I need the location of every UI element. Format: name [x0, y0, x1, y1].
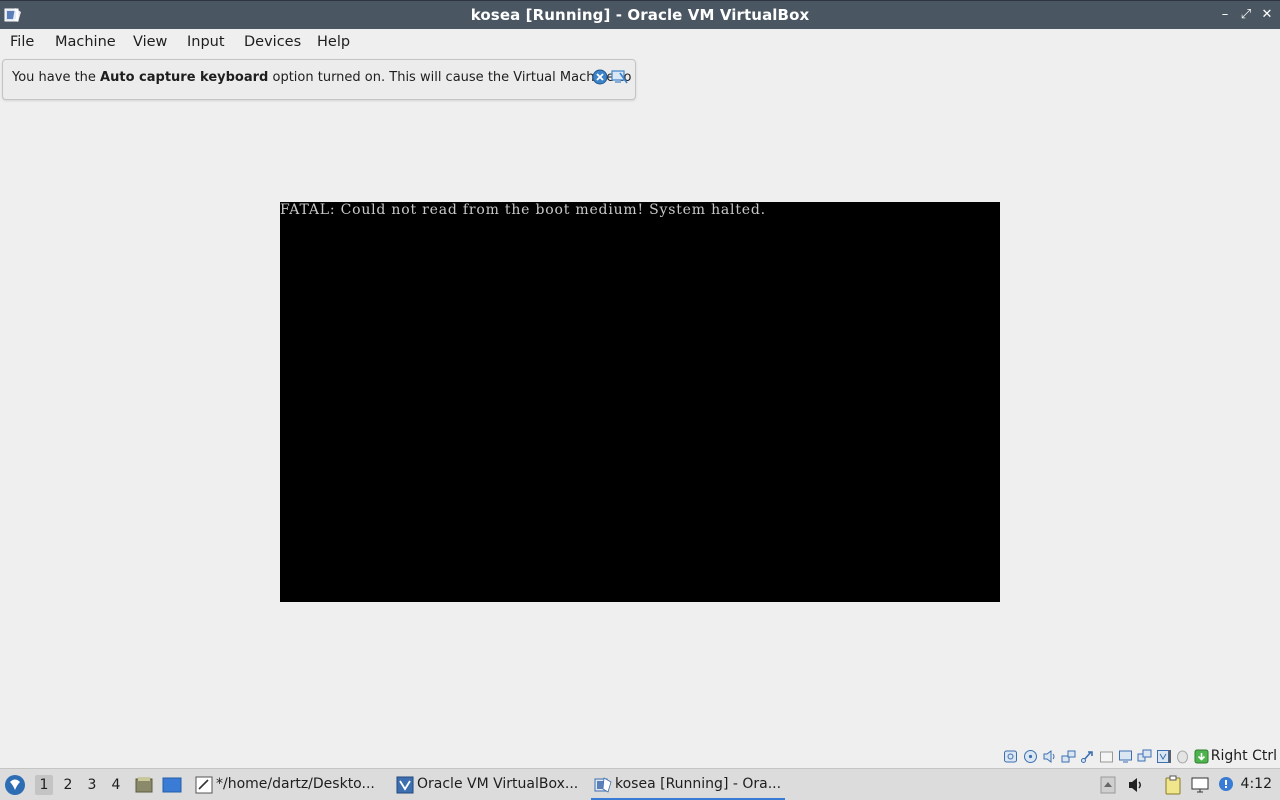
menu-machine[interactable]: Machine	[55, 34, 116, 50]
console-output: FATAL: Could not read from the boot medi…	[280, 202, 766, 218]
workspace-2[interactable]: 2	[59, 775, 77, 795]
task-text-editor[interactable]: */home/dartz/Deskto...	[192, 769, 386, 800]
workspace-3[interactable]: 3	[83, 775, 101, 795]
video-capture-icon[interactable]	[1137, 749, 1152, 764]
volume-icon[interactable]	[1126, 775, 1146, 795]
usb-icon[interactable]	[1080, 749, 1095, 764]
show-desktop-icon[interactable]	[162, 775, 182, 795]
notice-bold: Auto capture keyboard	[100, 70, 269, 85]
workspace-4[interactable]: 4	[107, 775, 125, 795]
task-kosea-vm[interactable]: kosea [Running] - Ora...	[591, 769, 785, 800]
close-notice-icon[interactable]	[592, 69, 608, 85]
hard-disk-icon[interactable]	[1003, 749, 1018, 764]
menu-input[interactable]: Input	[187, 34, 225, 50]
task-label: kosea [Running] - Ora...	[615, 776, 782, 792]
workspace-1[interactable]: 1	[35, 775, 53, 795]
virtualization-icon[interactable]	[1156, 749, 1171, 764]
start-menu-icon[interactable]	[4, 774, 26, 796]
menu-devices[interactable]: Devices	[244, 34, 301, 50]
menu-bar: File Machine View Input Devices Help	[0, 29, 1280, 57]
minimize-button[interactable]: –	[1217, 7, 1233, 23]
notice-message: You have the Auto capture keyboard optio…	[12, 70, 632, 85]
mouse-integration-icon[interactable]	[1175, 749, 1190, 764]
notice-prefix: You have the	[12, 70, 101, 85]
tray-arrow-icon[interactable]	[1098, 775, 1118, 795]
keyboard-capture-icon[interactable]	[1194, 749, 1209, 764]
text-editor-icon	[195, 776, 213, 794]
task-virtualbox-manager[interactable]: Oracle VM VirtualBox...	[393, 769, 587, 800]
virtualbox-manager-icon	[396, 776, 414, 794]
vm-status-bar: Right Ctrl	[0, 748, 1280, 768]
display-icon[interactable]	[1118, 749, 1133, 764]
taskbar: 1 2 3 4 */home/dartz/Deskto... Oracle VM…	[0, 768, 1280, 800]
clipboard-icon[interactable]	[1163, 775, 1183, 795]
auto-capture-notice: You have the Auto capture keyboard optio…	[2, 59, 636, 100]
update-notifier-icon[interactable]	[1216, 775, 1236, 795]
menu-help[interactable]: Help	[317, 34, 350, 50]
window-title: kosea [Running] - Oracle VM VirtualBox	[470, 6, 810, 24]
notice-suffix: option turned on. This will cause the Vi…	[268, 70, 632, 85]
network-icon[interactable]	[1061, 749, 1076, 764]
shared-folders-icon[interactable]	[1099, 749, 1114, 764]
vm-display[interactable]: FATAL: Could not read from the boot medi…	[280, 202, 1000, 602]
audio-icon[interactable]	[1042, 749, 1057, 764]
optical-drive-icon[interactable]	[1023, 749, 1038, 764]
task-label: Oracle VM VirtualBox...	[417, 776, 579, 792]
network-tray-icon[interactable]	[1190, 775, 1210, 795]
virtualbox-vm-icon	[594, 776, 612, 794]
dont-show-again-icon[interactable]	[611, 69, 628, 85]
close-button[interactable]: ✕	[1259, 7, 1275, 23]
task-label: */home/dartz/Deskto...	[216, 776, 375, 792]
menu-view[interactable]: View	[133, 34, 167, 50]
host-key-label: Right Ctrl	[1210, 748, 1277, 764]
menu-file[interactable]: File	[10, 34, 34, 50]
file-manager-icon[interactable]	[134, 775, 154, 795]
title-bar[interactable]: kosea [Running] - Oracle VM VirtualBox –…	[0, 0, 1280, 29]
clock[interactable]: 4:12	[1241, 776, 1272, 792]
restore-button[interactable]: ⤢	[1238, 7, 1254, 23]
